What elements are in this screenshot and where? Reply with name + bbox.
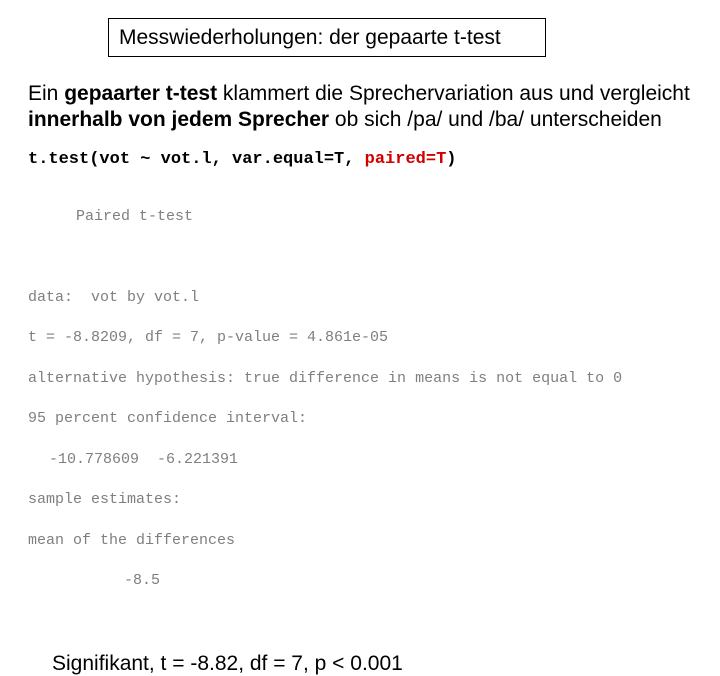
output-line-mean-diff-label: mean of the differences — [28, 531, 720, 551]
code-call-plain: t.test(vot ~ vot.l, var.equal=T, — [28, 150, 365, 169]
output-line-stats: t = -8.8209, df = 7, p-value = 4.861e-05 — [28, 328, 720, 348]
r-output-block: Paired t-test data: vot by vot.l t = -8.… — [28, 187, 720, 633]
explain-mid-1: klammert die Sprechervariation aus und v… — [217, 82, 690, 105]
code-call-line: t.test(vot ~ vot.l, var.equal=T, paired=… — [28, 150, 720, 169]
conclusion-line: Signifikant, t = -8.82, df = 7, p < 0.00… — [52, 652, 720, 676]
slide: Messwiederholungen: der gepaarte t-test … — [0, 0, 720, 540]
explain-lead: Ein — [28, 82, 64, 105]
explanation-paragraph: Ein gepaarter t-test klammert die Sprech… — [28, 81, 692, 134]
slide-title: Messwiederholungen: der gepaarte t-test — [119, 26, 501, 49]
explain-bold-1: gepaarter t-test — [64, 82, 217, 105]
slide-title-box: Messwiederholungen: der gepaarte t-test — [108, 18, 546, 57]
output-line-data: data: vot by vot.l — [28, 288, 720, 308]
output-line-sample-est: sample estimates: — [28, 490, 720, 510]
output-line-ci-label: 95 percent confidence interval: — [28, 409, 720, 429]
output-line-title: Paired t-test — [28, 207, 720, 227]
output-spacer — [28, 247, 720, 267]
output-line-mean-diff-value: -8.5 — [28, 571, 720, 591]
code-call-tail: ) — [446, 150, 456, 169]
code-call-paired-arg: paired=T — [365, 150, 447, 169]
output-line-alt: alternative hypothesis: true difference … — [28, 369, 720, 389]
explain-bold-2: innerhalb von jedem Sprecher — [28, 108, 329, 131]
explain-mid-2: ob sich /pa/ und /ba/ unterscheiden — [329, 108, 662, 131]
output-line-ci-values: -10.778609 -6.221391 — [28, 450, 720, 470]
